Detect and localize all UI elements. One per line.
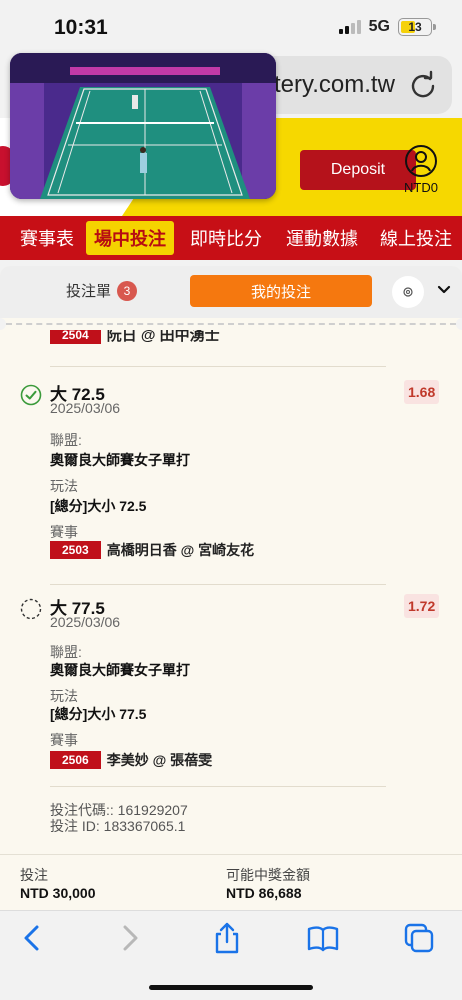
payout-value: NTD 86,688	[226, 885, 302, 901]
back-icon[interactable]	[16, 921, 50, 955]
nav-item-live-betting[interactable]: 場中投注	[86, 221, 174, 255]
battery-level: 13	[408, 20, 422, 34]
event-match: 2503 高橋明日香 @ 宮崎友花	[50, 540, 254, 560]
bet-codes: 投注代碼:: 161929207 投注 ID: 183367065.1	[50, 802, 188, 834]
event-id-badge: 2504	[50, 330, 101, 344]
pending-circle-icon	[20, 598, 42, 620]
network-label: 5G	[368, 18, 390, 35]
tab-bet-slip[interactable]: 投注單 3	[66, 280, 138, 301]
bet-id: 投注 ID: 183367065.1	[50, 818, 186, 834]
chevron-down-icon[interactable]	[436, 282, 452, 298]
event-match: 2506 李美妙 @ 張蓓雯	[50, 750, 212, 770]
forward-icon[interactable]	[112, 921, 146, 955]
bet-slip-count-badge: 3	[117, 280, 138, 301]
nav-item-sports-data[interactable]: 運動數據	[278, 221, 366, 255]
stake-block: 投注 NTD 30,000	[20, 865, 95, 901]
nav-item-online-betting[interactable]: 線上投注	[372, 221, 460, 255]
battery-icon: 13	[398, 18, 436, 36]
market-name: [總分]大小 77.5	[50, 706, 147, 722]
main-nav: 賽事表 場中投注 即時比分 運動數據 線上投注	[0, 216, 462, 260]
status-bar: 10:31 5G 13	[0, 0, 462, 56]
odds-badge: 1.72	[404, 594, 440, 618]
deposit-button[interactable]: Deposit	[300, 150, 416, 190]
bet-code: 投注代碼:: 161929207	[50, 802, 188, 818]
bookmarks-icon[interactable]	[306, 921, 340, 955]
payout-block: 可能中獎金額 NTD 86,688	[226, 865, 310, 901]
event-id-badge: 2503	[50, 541, 101, 559]
nav-item-schedule[interactable]: 賽事表	[12, 221, 82, 255]
badminton-court-image	[10, 53, 276, 199]
bets-list[interactable]: 2504 阮日 @ 田中湧士 大 72.5 2025/03/06 1.68 聯盟…	[0, 330, 462, 910]
match-name: 高橋明日香 @ 宮崎友花	[106, 542, 255, 558]
event-label: 賽事	[50, 524, 78, 540]
tab-my-bets[interactable]: 我的投注	[190, 275, 372, 307]
browser-toolbar	[0, 910, 462, 1000]
stake-value: NTD 30,000	[20, 885, 96, 901]
bet-summary: 投注 NTD 30,000 可能中獎金額 NTD 86,688	[0, 854, 462, 910]
bet-date: 2025/03/06	[50, 400, 121, 416]
odds-badge: 1.68	[404, 380, 440, 404]
event-id-badge: 2506	[50, 751, 101, 769]
status-time: 10:31	[54, 16, 108, 39]
gear-icon	[403, 287, 413, 297]
league-label: 聯盟:	[50, 432, 82, 448]
bet-tabs: 投注單 3 我的投注	[0, 266, 462, 318]
divider	[50, 366, 386, 367]
match-name: 阮日 @ 田中湧士	[106, 330, 220, 344]
check-circle-icon	[20, 384, 42, 406]
tabs-icon[interactable]	[402, 921, 436, 955]
reload-icon[interactable]	[408, 70, 438, 100]
url-text[interactable]: tery.com.tw	[274, 71, 395, 99]
bet-panel: 投注單 3 我的投注 2504 阮日 @ 田中湧士 大 72.5 2025/03…	[0, 266, 462, 910]
share-icon[interactable]	[210, 921, 244, 955]
event-label: 賽事	[50, 732, 78, 748]
divider	[50, 584, 386, 585]
market-label: 玩法	[50, 478, 78, 494]
league-name: 奧爾良大師賽女子單打	[50, 452, 190, 468]
market-name: [總分]大小 72.5	[50, 498, 147, 514]
live-video-player[interactable]	[10, 53, 276, 199]
settings-button[interactable]	[392, 276, 424, 308]
payout-label: 可能中獎金額	[226, 867, 310, 883]
status-indicators: 5G 13	[338, 18, 436, 36]
bet-date: 2025/03/06	[50, 614, 121, 630]
nav-item-live-scores[interactable]: 即時比分	[182, 221, 270, 255]
account-icon[interactable]	[404, 144, 438, 178]
ticket-divider	[0, 318, 462, 330]
divider	[50, 786, 386, 787]
tab-bet-slip-label: 投注單	[66, 283, 112, 300]
stake-label: 投注	[20, 867, 48, 883]
home-indicator[interactable]	[149, 985, 313, 990]
league-label: 聯盟:	[50, 644, 82, 660]
match-name: 李美妙 @ 張蓓雯	[106, 752, 213, 768]
prev-bet-event: 2504 阮日 @ 田中湧士	[50, 330, 220, 345]
league-name: 奧爾良大師賽女子單打	[50, 662, 190, 678]
account-balance: NTD0	[404, 180, 438, 195]
signal-icon	[338, 20, 361, 34]
market-label: 玩法	[50, 688, 78, 704]
